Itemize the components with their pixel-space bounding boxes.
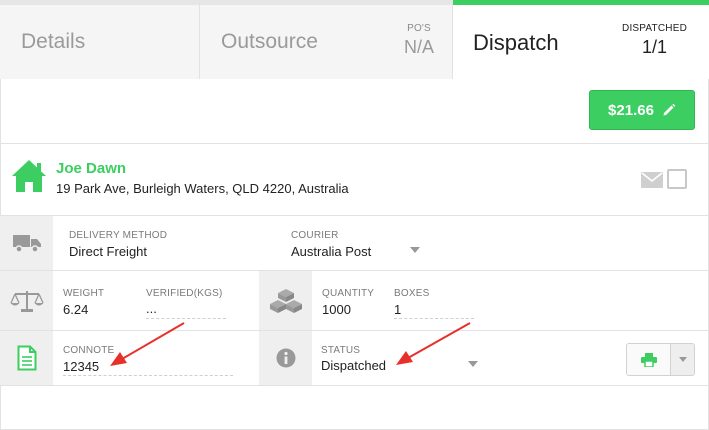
tab-outsource[interactable]: Outsource PO'S N/A <box>200 0 453 79</box>
home-icon <box>12 160 46 192</box>
tab-details[interactable]: Details <box>0 0 200 79</box>
delivery-row: DELIVERY METHOD Direct Freight COURIER A… <box>0 216 709 271</box>
scale-icon-cell <box>0 271 53 330</box>
info-icon <box>276 348 295 368</box>
annotation-arrow-status <box>396 322 471 365</box>
print-icon <box>640 352 657 367</box>
truck-icon-cell <box>0 216 53 270</box>
boxes-icon <box>269 288 302 313</box>
boxes-input[interactable]: 1 <box>394 302 401 317</box>
document-icon <box>17 345 36 371</box>
tab-outsource-label: Outsource <box>221 30 318 53</box>
dispatched-label: DISPATCHED <box>622 23 687 34</box>
tab-dispatch-label: Dispatch <box>473 30 559 55</box>
weight-label: WEIGHT <box>63 288 105 299</box>
truck-icon <box>12 235 41 253</box>
quantity-label: QUANTITY <box>322 288 375 299</box>
annotation-arrow-connote <box>110 322 185 366</box>
price-label: $21.66 <box>608 101 654 119</box>
status-label: STATUS <box>321 345 361 356</box>
tab-bar: Details Outsource PO'S N/A Dispatch DISP… <box>0 0 709 79</box>
po-value: N/A <box>403 37 434 57</box>
chevron-down-icon <box>678 357 687 362</box>
courier-label: COURIER <box>291 230 339 241</box>
dispatched-count: DISPATCHED 1/1 <box>622 23 687 58</box>
price-row: $21.66 <box>0 79 709 144</box>
chevron-down-icon[interactable] <box>410 247 420 253</box>
tab-dispatch[interactable]: Dispatch DISPATCHED 1/1 <box>453 0 709 79</box>
tab-details-label: Details <box>21 30 86 53</box>
info-icon-cell <box>259 331 312 385</box>
weight-value[interactable]: 6.24 <box>63 302 88 317</box>
delivery-method-label: DELIVERY METHOD <box>69 230 168 241</box>
scale-icon <box>9 290 44 312</box>
edit-price-button[interactable]: $21.66 <box>589 90 695 130</box>
verified-input[interactable]: ... <box>146 301 157 316</box>
pencil-icon <box>663 103 676 116</box>
print-button-group <box>626 343 695 376</box>
verified-label: VERIFIED(KGS) <box>146 288 223 299</box>
po-count: PO'S N/A <box>404 23 434 58</box>
dispatched-value: 1/1 <box>642 37 668 57</box>
boxes-icon-cell <box>259 271 312 330</box>
status-select[interactable]: Dispatched <box>321 358 386 373</box>
print-button[interactable] <box>627 344 671 375</box>
recipient-name[interactable]: Joe Dawn <box>56 160 126 177</box>
recipient-address: 19 Park Ave, Burleigh Waters, QLD 4220, … <box>56 181 349 196</box>
connote-input[interactable]: 12345 <box>63 359 99 374</box>
quantity-value[interactable]: 1000 <box>322 302 351 317</box>
document-icon-cell <box>0 331 53 385</box>
connote-underline <box>63 375 233 376</box>
delivery-method-value[interactable]: Direct Freight <box>69 244 147 259</box>
address-row: Joe Dawn 19 Park Ave, Burleigh Waters, Q… <box>0 144 709 216</box>
po-label: PO'S <box>407 23 431 34</box>
print-options-button[interactable] <box>671 344 694 375</box>
boxes-label: BOXES <box>394 288 430 299</box>
courier-select[interactable]: Australia Post <box>291 244 371 259</box>
mail-icon[interactable] <box>641 172 663 188</box>
select-checkbox[interactable] <box>667 169 687 189</box>
